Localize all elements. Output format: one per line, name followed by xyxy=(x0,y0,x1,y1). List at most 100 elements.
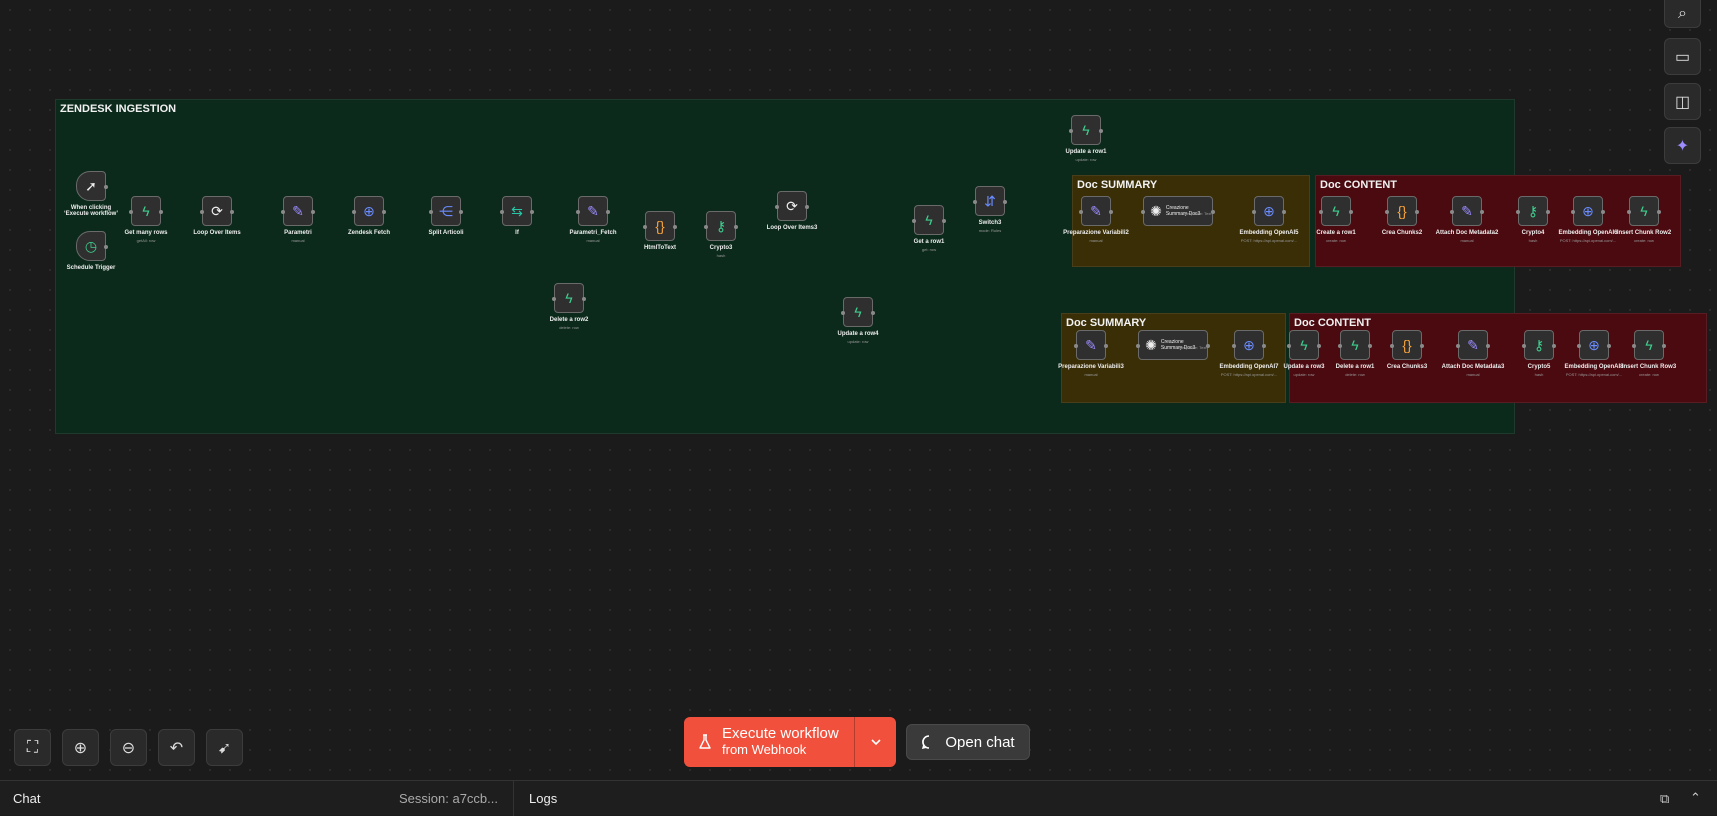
logs-tab[interactable]: Logs xyxy=(529,791,557,806)
output-port[interactable] xyxy=(230,210,234,214)
input-port[interactable] xyxy=(352,210,356,214)
workflow-node[interactable]: {} Crea Chunks3 xyxy=(1387,330,1427,370)
output-port[interactable] xyxy=(459,210,463,214)
input-port[interactable] xyxy=(1069,129,1073,133)
workflow-node[interactable]: ϟ Insert Chunk Row2 create: row xyxy=(1617,196,1671,243)
tidy-up-button[interactable]: ➹ xyxy=(206,729,243,766)
output-port[interactable] xyxy=(582,297,586,301)
output-port[interactable] xyxy=(1415,210,1419,214)
input-port[interactable] xyxy=(1627,210,1631,214)
workflow-node[interactable]: ⟳ Loop Over Items3 xyxy=(767,191,817,231)
workflow-node[interactable]: ⊕ Embedding OpenAI6 POST: https://api.open… xyxy=(1558,196,1618,243)
output-port[interactable] xyxy=(1552,344,1556,348)
fit-view-button[interactable]: ⛶ xyxy=(14,729,51,766)
workflow-node[interactable]: ⋲ Split Articoli xyxy=(428,196,464,236)
workflow-node[interactable]: {} HtmlToText xyxy=(643,211,677,251)
input-port[interactable] xyxy=(1632,344,1636,348)
execute-main[interactable]: Execute workflow from Webhook xyxy=(684,717,854,767)
ai-assistant-button[interactable]: ✦ xyxy=(1664,127,1701,164)
search-button[interactable]: ⌕ xyxy=(1664,0,1701,28)
workflow-node[interactable]: ⊕ Zendesk Fetch xyxy=(348,196,390,236)
output-port[interactable] xyxy=(1480,210,1484,214)
input-port[interactable] xyxy=(1079,210,1083,214)
chevron-up-icon[interactable]: ⌃ xyxy=(1690,790,1701,806)
input-port[interactable] xyxy=(1074,344,1078,348)
input-port[interactable] xyxy=(912,219,916,223)
input-port[interactable] xyxy=(1319,210,1323,214)
input-port[interactable] xyxy=(1390,344,1394,348)
output-port[interactable] xyxy=(104,245,108,249)
output-port[interactable] xyxy=(1607,344,1611,348)
input-port[interactable] xyxy=(1136,344,1140,348)
output-port[interactable] xyxy=(1282,210,1286,214)
input-port[interactable] xyxy=(200,210,204,214)
workflow-canvas[interactable]: ZENDESK INGESTION Doc SUMMARY Doc CONTENT D… xyxy=(0,0,1717,780)
input-port[interactable] xyxy=(973,200,977,204)
output-port[interactable] xyxy=(606,210,610,214)
workflow-node[interactable]: ⚷ Crypto3 hash xyxy=(704,211,738,258)
input-port[interactable] xyxy=(1287,344,1291,348)
output-port[interactable] xyxy=(1546,210,1550,214)
input-port[interactable] xyxy=(841,311,845,315)
workflow-node[interactable]: ⇵ Switch3 mode: Rules xyxy=(973,186,1007,233)
input-port[interactable] xyxy=(576,210,580,214)
zoom-in-button[interactable]: ⊕ xyxy=(62,729,99,766)
workflow-node[interactable]: ✎ Attach Doc Metadata2 manual xyxy=(1436,196,1498,243)
workflow-node[interactable]: ➚ When clicking ‘Execute workflow’ xyxy=(64,171,118,217)
workflow-node[interactable]: ϟ Insert Chunk Row3 create: row xyxy=(1622,330,1676,377)
output-port[interactable] xyxy=(1262,344,1266,348)
input-port[interactable] xyxy=(129,210,133,214)
output-port[interactable] xyxy=(1486,344,1490,348)
panel-toggle-button[interactable]: ◫ xyxy=(1664,83,1701,120)
execute-options-button[interactable] xyxy=(854,717,896,767)
workflow-node[interactable]: ϟ Update a row1 update: row xyxy=(1065,115,1107,162)
workflow-node[interactable]: ϟ Update a row3 update: row xyxy=(1283,330,1325,377)
undo-button[interactable]: ↶ xyxy=(158,729,195,766)
workflow-node[interactable]: ϟ Delete a row1 delete: row xyxy=(1336,330,1374,377)
workflow-node[interactable]: ✎ Parametri manual xyxy=(281,196,315,243)
input-port[interactable] xyxy=(1385,210,1389,214)
output-port[interactable] xyxy=(1317,344,1321,348)
input-port[interactable] xyxy=(281,210,285,214)
output-port[interactable] xyxy=(734,225,738,229)
input-port[interactable] xyxy=(552,297,556,301)
output-port[interactable] xyxy=(104,185,108,189)
output-port[interactable] xyxy=(1601,210,1605,214)
output-port[interactable] xyxy=(1104,344,1108,348)
open-chat-button[interactable]: Open chat xyxy=(906,724,1030,760)
output-port[interactable] xyxy=(1657,210,1661,214)
workflow-node[interactable]: ϟ Delete a row2 delete: row xyxy=(550,283,588,330)
output-port[interactable] xyxy=(311,210,315,214)
input-port[interactable] xyxy=(1232,344,1236,348)
workflow-node[interactable]: ϟ Get many rows getAll: row xyxy=(124,196,168,243)
workflow-node[interactable]: ✺ Creazione Summary Doc3 Response: Text xyxy=(1141,196,1215,226)
input-port[interactable] xyxy=(429,210,433,214)
workflow-node[interactable]: ✎ Parametri_Fetch manual xyxy=(569,196,617,243)
workflow-node[interactable]: ⚷ Crypto4 hash xyxy=(1516,196,1550,243)
popout-icon[interactable]: ⧉ xyxy=(1660,791,1669,807)
input-port[interactable] xyxy=(500,210,504,214)
workflow-node[interactable]: ⇆ If xyxy=(500,196,534,236)
output-port[interactable] xyxy=(1420,344,1424,348)
input-port[interactable] xyxy=(1516,210,1520,214)
output-port[interactable] xyxy=(382,210,386,214)
workflow-node[interactable]: ✎ Preparazione Variabili3 manual xyxy=(1058,330,1124,377)
workflow-node[interactable]: ⟳ Loop Over Items xyxy=(193,196,241,236)
output-port[interactable] xyxy=(1003,200,1007,204)
output-port[interactable] xyxy=(673,225,677,229)
input-port[interactable] xyxy=(775,205,779,209)
workflow-node[interactable]: ϟ Create a row1 create: row xyxy=(1316,196,1356,243)
chat-tab[interactable]: Chat xyxy=(13,791,40,806)
workflow-node[interactable]: ✺ Creazione Summary Doc3 Response: Text xyxy=(1136,330,1210,360)
execute-workflow-button[interactable]: Execute workflow from Webhook xyxy=(684,717,896,767)
zoom-out-button[interactable]: ⊖ xyxy=(110,729,147,766)
sticky-note-button[interactable]: ▭ xyxy=(1664,38,1701,75)
output-port[interactable] xyxy=(1662,344,1666,348)
input-port[interactable] xyxy=(1456,344,1460,348)
output-port[interactable] xyxy=(942,219,946,223)
workflow-node[interactable]: ⊕ Embedding OpenAI7 POST: https://api.open… xyxy=(1219,330,1279,377)
session-id[interactable]: Session: a7ccb... xyxy=(399,791,498,806)
input-port[interactable] xyxy=(643,225,647,229)
input-port[interactable] xyxy=(1252,210,1256,214)
input-port[interactable] xyxy=(1577,344,1581,348)
